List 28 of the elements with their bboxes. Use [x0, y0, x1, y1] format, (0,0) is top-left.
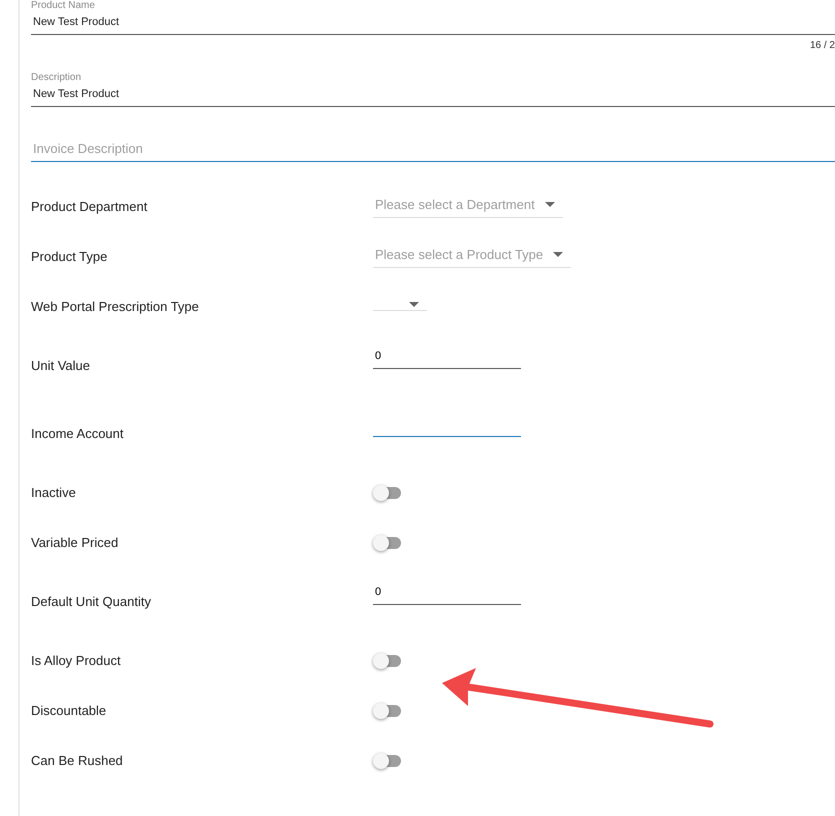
character-counter: 16 / 2 [810, 38, 835, 52]
field-label: Default Unit Quantity [31, 592, 152, 611]
field-label: Product Type [31, 248, 108, 266]
field-label: Product Name [31, 0, 96, 12]
caret-icon [553, 252, 564, 257]
toggle-switch[interactable] [373, 484, 401, 502]
toggle-switch[interactable] [373, 652, 401, 670]
caret-icon [409, 302, 419, 307]
text-field[interactable]: 0 [373, 584, 521, 605]
field-label: Can Be Rushed [31, 752, 124, 770]
dropdown-select[interactable] [373, 302, 427, 311]
field-label: Unit Value [31, 356, 92, 375]
text-field[interactable]: Invoice Description [31, 132, 835, 162]
text-field[interactable]: New Test Product [31, 84, 835, 106]
field-label: Inactive [31, 484, 77, 502]
toggle-switch[interactable] [373, 534, 401, 552]
text-field[interactable]: New Test Product [31, 12, 835, 34]
text-field[interactable]: 0 [373, 348, 521, 369]
field-label: Description [31, 72, 82, 84]
field-label: Web Portal Prescription Type [31, 298, 200, 316]
field-label: Product Department [31, 198, 148, 216]
toggle-switch[interactable] [373, 752, 401, 770]
field-label: Discountable [31, 702, 108, 720]
toggle-switch[interactable] [373, 702, 401, 720]
field-label: Variable Priced [31, 534, 120, 552]
caret-icon [544, 202, 555, 207]
field-label: Is Alloy Product [31, 652, 122, 670]
field-label: Income Account [31, 424, 124, 443]
